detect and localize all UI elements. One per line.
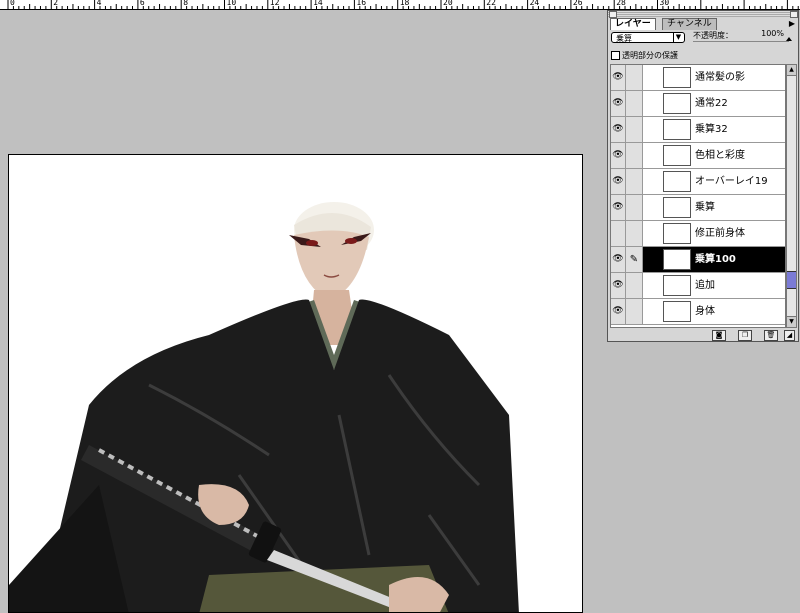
layer-thumbnail: [663, 67, 691, 88]
opacity-label: 不透明度：: [693, 31, 733, 40]
layer-name: 乗算100: [695, 254, 736, 265]
layer-thumbnail: [663, 145, 691, 166]
ruler-number: 20: [443, 0, 453, 7]
layer-name: 通常22: [695, 98, 728, 109]
brush-icon[interactable]: [626, 91, 643, 116]
tab-layers[interactable]: レイヤー: [610, 18, 656, 30]
layer-list: 👁 通常髪の影 👁 通常22 👁 乗算32 👁 色相と彩度 👁 オーバーレイ19 👁 乗算修正前身体 👁…: [610, 64, 786, 328]
ruler-number: 16: [356, 0, 367, 7]
brush-icon[interactable]: [626, 273, 643, 298]
layer-name: 色相と彩度: [695, 150, 745, 161]
ruler-number: 6: [139, 0, 145, 7]
layer-name: 追加: [695, 280, 715, 291]
layer-name: 乗算: [695, 202, 715, 213]
ruler-number: 12: [269, 0, 280, 7]
ruler-number: 14: [313, 0, 323, 7]
layer-thumbnail: [663, 223, 691, 244]
eye-icon[interactable]: 👁: [611, 65, 626, 90]
artwork-image: [9, 202, 519, 612]
eye-icon[interactable]: 👁: [611, 299, 626, 324]
document-canvas[interactable]: [8, 154, 583, 613]
eye-icon[interactable]: 👁: [611, 169, 626, 194]
opacity-slider[interactable]: [693, 37, 792, 42]
blend-mode-select[interactable]: 乗算 ▼: [611, 32, 685, 43]
eye-icon[interactable]: 👁: [611, 195, 626, 220]
scrollbar-thumb[interactable]: [787, 271, 796, 289]
layer-row[interactable]: 👁 ✎ 乗算100: [611, 247, 785, 273]
horizontal-ruler: 0 2 4 6 8 10 12 14 16 18 20 22 24 26 28 30: [0, 0, 800, 10]
layer-name: 修正前身体: [695, 228, 745, 239]
palette-bottom-bar: ◙ ❐ 🗑 ◢: [608, 329, 798, 341]
preserve-transparency-checkbox[interactable]: 透明部分の保護: [611, 51, 678, 60]
ruler-number: 22: [486, 0, 496, 7]
opacity-value: 100%: [761, 29, 784, 38]
layer-row[interactable]: 👁 オーバーレイ19: [611, 169, 785, 195]
layer-row[interactable]: 👁 追加: [611, 273, 785, 299]
ruler-number: 30: [659, 0, 670, 7]
layers-palette: レイヤー チャンネル ▶ 乗算 ▼ 不透明度： 100% 透明部分の保護 👁 通常…: [607, 10, 799, 342]
palette-titlebar[interactable]: [608, 11, 798, 17]
layer-thumbnail: [663, 275, 691, 296]
brush-icon[interactable]: [626, 143, 643, 168]
layer-name: 乗算32: [695, 124, 728, 135]
checkbox-icon: [611, 51, 620, 60]
preserve-transparency-label: 透明部分の保護: [622, 51, 678, 60]
layer-thumbnail: [663, 119, 691, 140]
layer-row[interactable]: 👁 通常22: [611, 91, 785, 117]
layer-thumbnail: [663, 301, 691, 322]
scroll-up-icon[interactable]: ▲: [787, 65, 796, 76]
layer-name: 身体: [695, 306, 715, 317]
brush-icon[interactable]: [626, 195, 643, 220]
layer-thumbnail: [663, 249, 691, 270]
eye-icon[interactable]: 👁: [611, 117, 626, 142]
eye-icon[interactable]: 👁: [611, 247, 626, 272]
layer-row[interactable]: 修正前身体: [611, 221, 785, 247]
chevron-down-icon: ▼: [673, 33, 683, 42]
eye-icon[interactable]: 👁: [611, 143, 626, 168]
opacity-slider-thumb[interactable]: [786, 37, 792, 41]
blend-mode-value: 乗算: [616, 34, 632, 43]
ruler-number: 2: [53, 0, 59, 7]
brush-icon[interactable]: [626, 65, 643, 90]
scroll-down-icon[interactable]: ▼: [787, 316, 796, 327]
layer-thumbnail: [663, 93, 691, 114]
layer-name: オーバーレイ19: [695, 176, 768, 187]
brush-icon[interactable]: [626, 299, 643, 324]
ruler-number: 10: [226, 0, 237, 7]
resize-grip-icon[interactable]: ◢: [784, 330, 795, 341]
eye-icon[interactable]: [611, 221, 626, 246]
brush-icon[interactable]: ✎: [626, 247, 643, 272]
eye-icon[interactable]: 👁: [611, 91, 626, 116]
ruler-number: 26: [572, 0, 583, 7]
layer-row[interactable]: 👁 乗算: [611, 195, 785, 221]
palette-close-box[interactable]: [609, 11, 617, 18]
layer-name: 通常髪の影: [695, 72, 745, 83]
new-layer-icon[interactable]: ❐: [738, 330, 752, 341]
ruler-number: 28: [616, 0, 626, 7]
ruler-number: 24: [529, 0, 540, 7]
ruler-number: 0: [10, 0, 15, 7]
layer-row[interactable]: 👁 身体: [611, 299, 785, 325]
layer-row[interactable]: 👁 色相と彩度: [611, 143, 785, 169]
palette-collapse-box[interactable]: [790, 11, 798, 18]
brush-icon[interactable]: [626, 221, 643, 246]
layer-thumbnail: [663, 171, 691, 192]
ruler-number: 8: [183, 0, 189, 7]
ruler-number: 4: [96, 0, 102, 7]
palette-menu-arrow-icon[interactable]: ▶: [789, 19, 795, 28]
ruler-number: 18: [399, 0, 410, 7]
brush-icon[interactable]: [626, 169, 643, 194]
layer-row[interactable]: 👁 通常髪の影: [611, 65, 785, 91]
trash-icon[interactable]: 🗑: [764, 330, 778, 341]
tab-channels[interactable]: チャンネル: [662, 18, 717, 30]
brush-icon[interactable]: [626, 117, 643, 142]
layer-row[interactable]: 👁 乗算32: [611, 117, 785, 143]
layer-thumbnail: [663, 197, 691, 218]
eye-icon[interactable]: 👁: [611, 273, 626, 298]
mask-icon[interactable]: ◙: [712, 330, 726, 341]
layer-list-scrollbar[interactable]: ▲ ▼: [786, 64, 797, 328]
